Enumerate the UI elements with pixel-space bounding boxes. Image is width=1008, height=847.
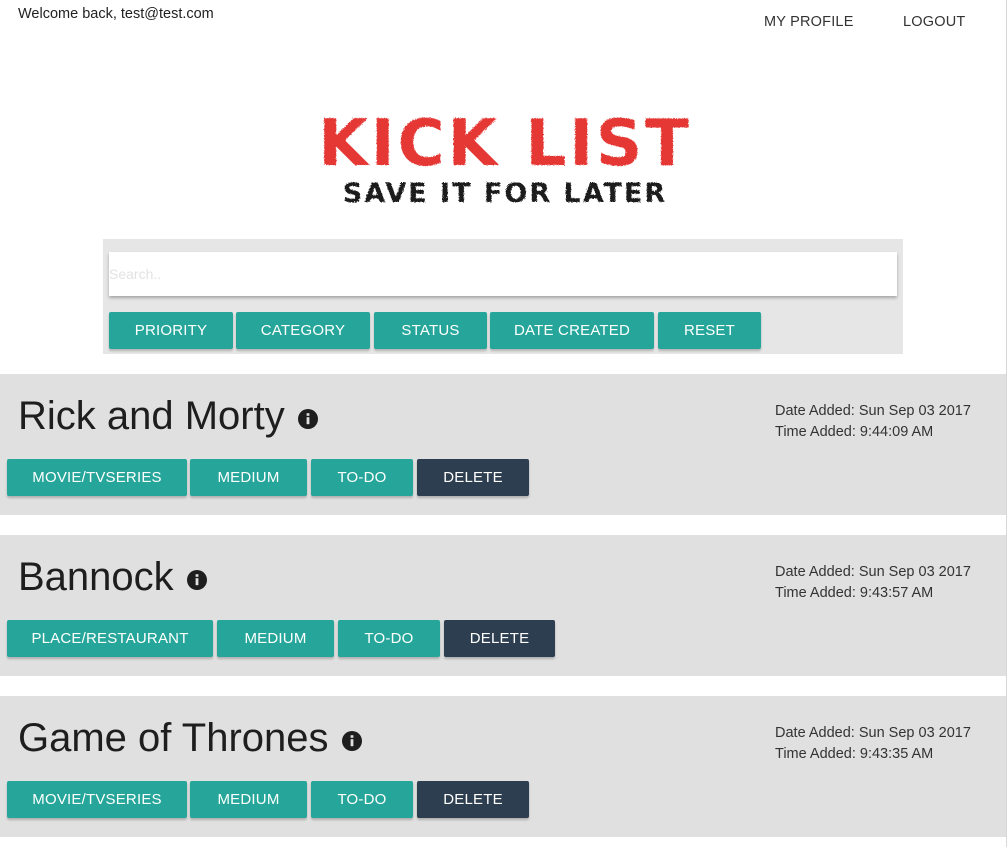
filter-category-button[interactable]: CATEGORY (236, 312, 370, 349)
priority-button[interactable]: MEDIUM (190, 459, 307, 496)
info-icon[interactable] (186, 569, 207, 590)
filter-priority-button[interactable]: PRIORITY (109, 312, 233, 349)
logo-tagline: SAVE IT FOR LATER (343, 178, 667, 209)
item-meta: Date Added: Sun Sep 03 2017 Time Added: … (775, 723, 971, 765)
logout-link[interactable]: LOGOUT (903, 14, 965, 30)
item-meta: Date Added: Sun Sep 03 2017 Time Added: … (775, 401, 971, 443)
filter-panel: PRIORITY CATEGORY STATUS DATE CREATED RE… (103, 239, 903, 354)
page-edge-divider (1006, 0, 1007, 847)
list-item: Game of Thrones Date Added: Sun Sep 03 2… (0, 696, 1006, 837)
priority-button[interactable]: MEDIUM (217, 620, 334, 657)
status-button[interactable]: TO-DO (311, 781, 413, 818)
delete-button[interactable]: DELETE (417, 459, 529, 496)
item-title-row: Rick and Morty (18, 394, 318, 439)
filter-date-created-button[interactable]: DATE CREATED (490, 312, 654, 349)
kick-list-logo: KICK LIST SAVE IT FOR LATER (280, 110, 730, 220)
category-button[interactable]: MOVIE/TVSERIES (7, 459, 187, 496)
info-icon[interactable] (341, 730, 362, 751)
search-input[interactable] (109, 252, 897, 296)
time-added: Time Added: 9:43:35 AM (775, 746, 934, 762)
category-button[interactable]: MOVIE/TVSERIES (7, 781, 187, 818)
date-added: Date Added: Sun Sep 03 2017 (775, 403, 971, 419)
item-title-row: Game of Thrones (18, 716, 362, 761)
date-added: Date Added: Sun Sep 03 2017 (775, 564, 971, 580)
status-button[interactable]: TO-DO (311, 459, 413, 496)
item-meta: Date Added: Sun Sep 03 2017 Time Added: … (775, 562, 971, 604)
date-added: Date Added: Sun Sep 03 2017 (775, 725, 971, 741)
list-item: Bannock Date Added: Sun Sep 03 2017 Time… (0, 535, 1006, 676)
info-icon[interactable] (297, 408, 318, 429)
filter-status-button[interactable]: STATUS (374, 312, 487, 349)
logo-title: KICK LIST (318, 110, 692, 181)
item-title: Bannock (18, 555, 174, 599)
my-profile-link[interactable]: MY PROFILE (764, 14, 854, 30)
status-button[interactable]: TO-DO (338, 620, 440, 657)
category-button[interactable]: PLACE/RESTAURANT (7, 620, 213, 657)
reset-button[interactable]: RESET (658, 312, 761, 349)
list-item: Rick and Morty Date Added: Sun Sep 03 20… (0, 374, 1006, 515)
delete-button[interactable]: DELETE (444, 620, 555, 657)
page: Welcome back, test@test.com MY PROFILE L… (0, 0, 1008, 847)
welcome-message: Welcome back, test@test.com (18, 6, 214, 22)
time-added: Time Added: 9:43:57 AM (775, 585, 934, 601)
priority-button[interactable]: MEDIUM (190, 781, 307, 818)
delete-button[interactable]: DELETE (417, 781, 529, 818)
item-title-row: Bannock (18, 555, 207, 600)
time-added: Time Added: 9:44:09 AM (775, 424, 934, 440)
item-title: Game of Thrones (18, 716, 329, 760)
item-title: Rick and Morty (18, 394, 285, 438)
